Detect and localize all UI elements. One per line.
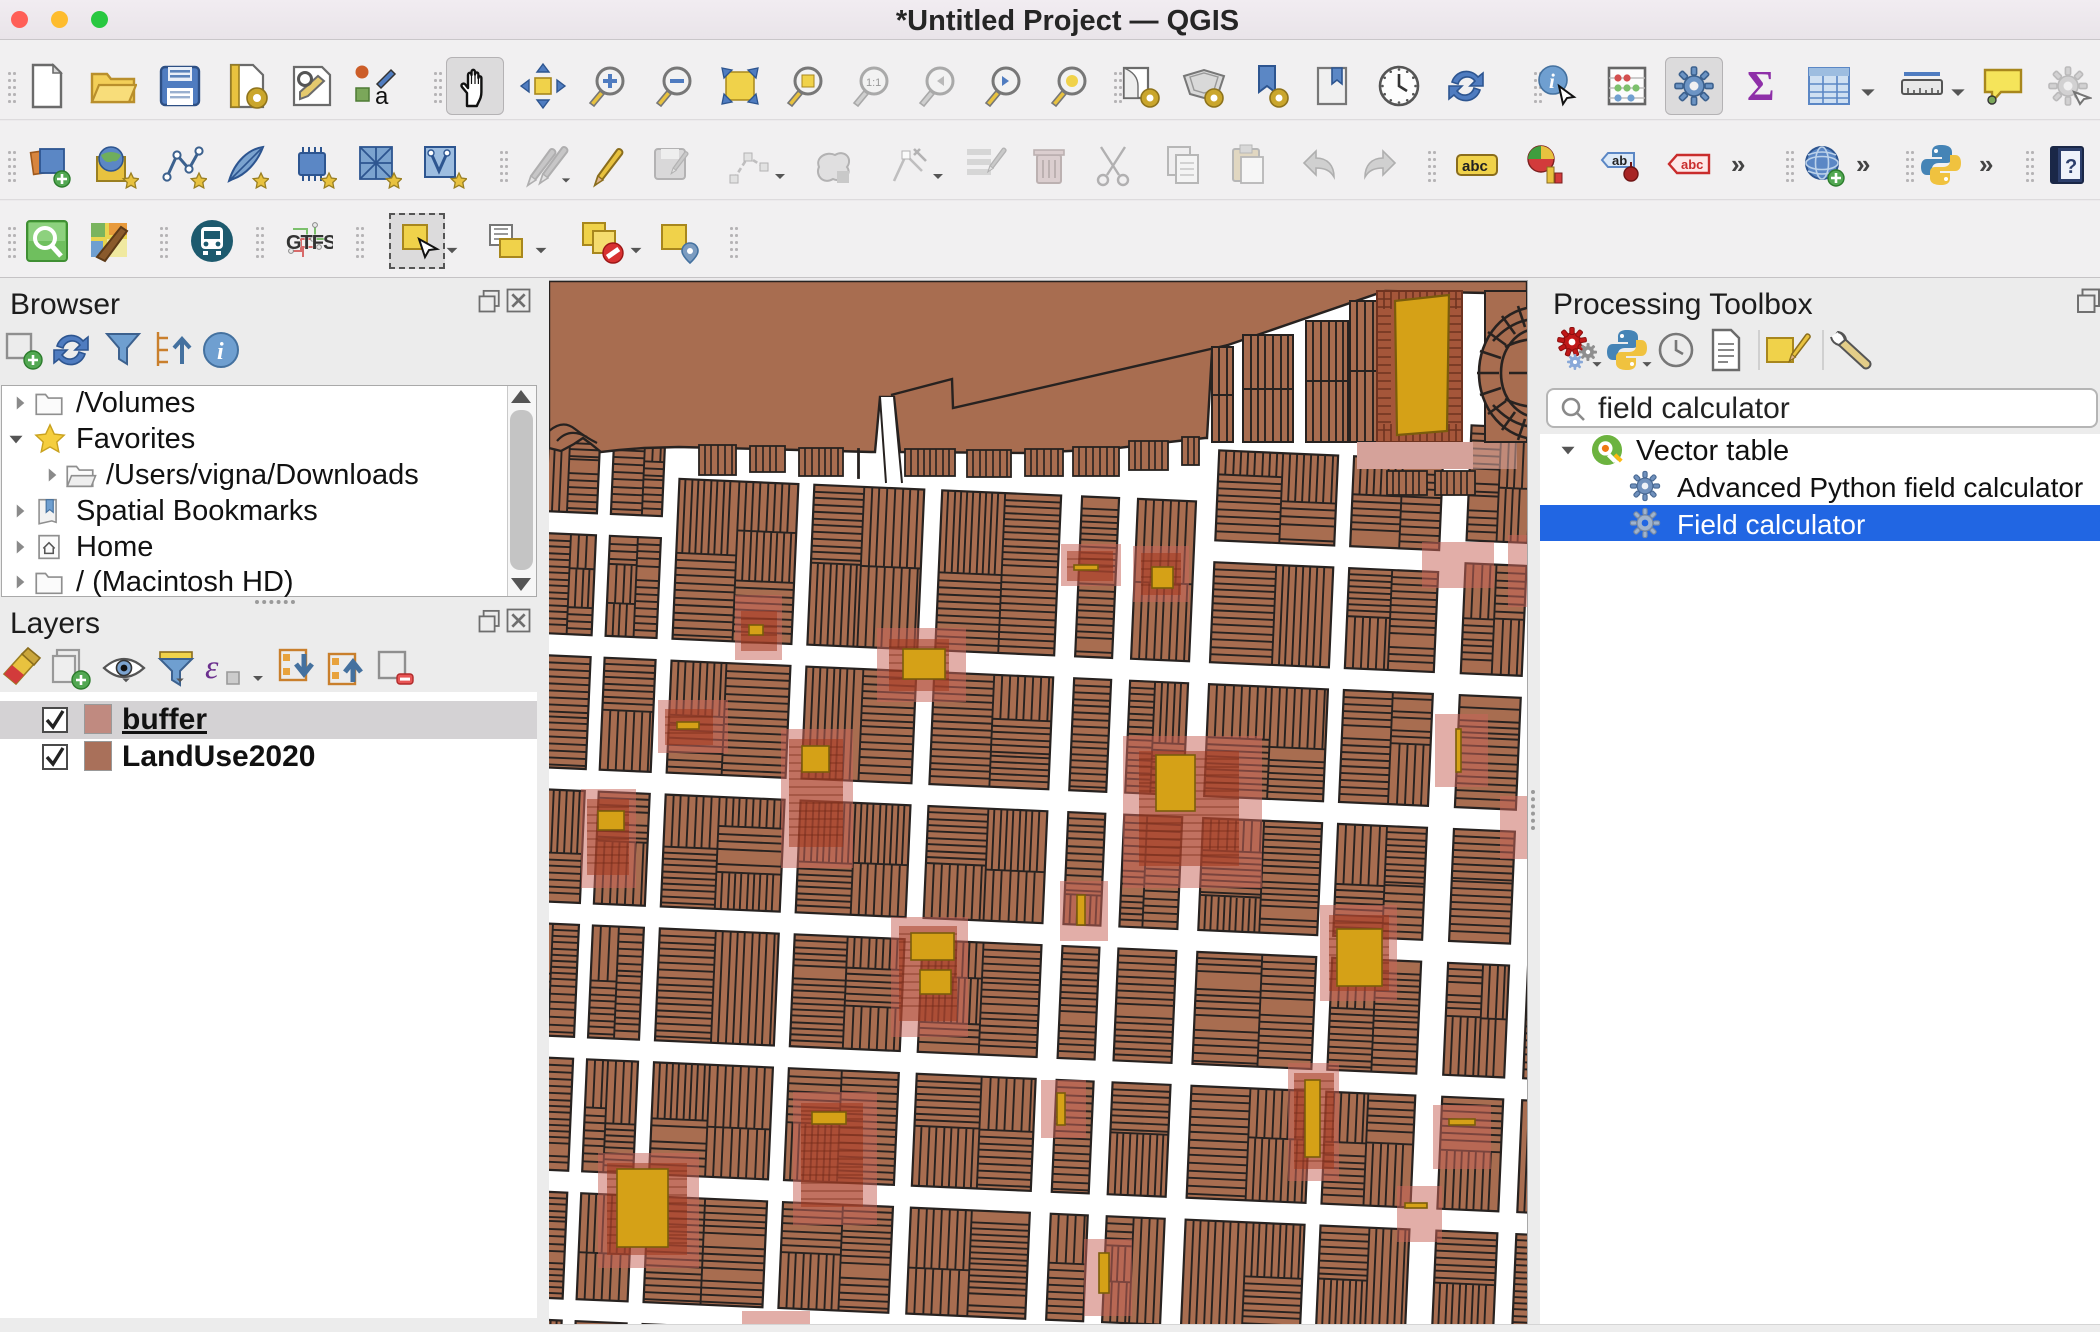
svg-text:»: »: [1731, 149, 1745, 179]
svg-text:GTFS: GTFS: [286, 232, 333, 254]
svg-text:»: »: [1856, 149, 1870, 179]
svg-text:i: i: [1549, 69, 1555, 93]
svg-text:i: i: [217, 339, 224, 365]
svg-text:»: »: [1979, 149, 1993, 179]
svg-text:ab: ab: [1612, 153, 1627, 168]
svg-text:abc: abc: [1462, 158, 1488, 175]
svg-text:ε: ε: [205, 649, 219, 686]
svg-text:abc: abc: [1681, 157, 1703, 172]
svg-text:?: ?: [2065, 156, 2077, 178]
svg-text:Σ: Σ: [1747, 64, 1774, 110]
svg-text:1:1: 1:1: [866, 77, 881, 89]
